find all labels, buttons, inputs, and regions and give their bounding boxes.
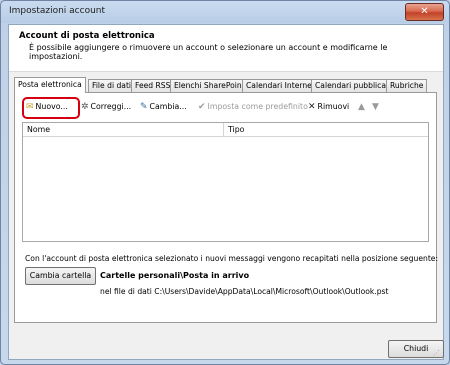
account-toolbar: ✉ Nuovo... ✲ Correggi... ✎ Cambia... ✔ Impos… bbox=[15, 99, 436, 115]
account-list-header: Nome Tipo bbox=[23, 123, 428, 137]
tab-calendari-internet[interactable]: Calendari Internet bbox=[242, 79, 319, 92]
resize-grip[interactable]: ⋰ bbox=[433, 349, 441, 357]
delivery-folder-name: Cartelle personali\Posta in arrivo bbox=[100, 271, 250, 280]
new-account-button[interactable]: ✉ Nuovo... bbox=[26, 100, 68, 114]
tab-rubriche[interactable]: Rubriche bbox=[386, 79, 428, 92]
tab-feed-rss[interactable]: Feed RSS bbox=[131, 79, 175, 92]
dialog-body: Account di posta elettronica È possibile… bbox=[8, 24, 444, 360]
tab-file-di-dati[interactable]: File di dati bbox=[88, 79, 136, 92]
remove-button[interactable]: ✕ Rimuovi bbox=[308, 100, 349, 114]
window-close-button[interactable]: ✕ bbox=[405, 3, 444, 21]
new-account-icon: ✉ bbox=[26, 102, 34, 112]
dialog-header: Account di posta elettronica È possibile… bbox=[9, 25, 443, 72]
header-title: Account di posta elettronica bbox=[19, 31, 155, 41]
account-settings-window: Impostazioni account ✕ Account di posta … bbox=[0, 0, 450, 365]
delivery-info-text: Con l'account di posta elettronica selez… bbox=[25, 254, 439, 263]
tab-strip: Posta elettronica File di dati Feed RSS … bbox=[14, 77, 438, 93]
change-folder-button[interactable]: Cambia cartella bbox=[25, 267, 96, 285]
repair-button[interactable]: ✲ Correggi... bbox=[81, 100, 131, 114]
window-title: Impostazioni account bbox=[9, 6, 106, 16]
remove-icon: ✕ bbox=[308, 102, 316, 112]
set-default-button[interactable]: ✔ Imposta come predefinito bbox=[198, 100, 308, 114]
delivery-file-path: nel file di dati C:\Users\Davide\AppData… bbox=[100, 287, 389, 296]
arrow-up-icon: ▲ bbox=[358, 102, 365, 112]
account-list[interactable]: Nome Tipo bbox=[22, 122, 429, 242]
change-icon: ✎ bbox=[140, 102, 148, 112]
email-tab-panel: ✉ Nuovo... ✲ Correggi... ✎ Cambia... ✔ Impos… bbox=[14, 92, 439, 323]
tab-elenchi-sharepoint[interactable]: Elenchi SharePoint bbox=[170, 79, 249, 92]
arrow-down-icon: ▼ bbox=[372, 102, 379, 112]
checkmark-icon: ✔ bbox=[198, 102, 206, 112]
move-up-button[interactable]: ▲ bbox=[358, 100, 367, 114]
close-icon: ✕ bbox=[420, 6, 429, 17]
tab-posta-elettronica[interactable]: Posta elettronica bbox=[14, 77, 86, 93]
header-description: È possibile aggiungere o rimuovere un ac… bbox=[29, 43, 388, 61]
title-bar[interactable]: Impostazioni account ✕ bbox=[1, 1, 449, 23]
tab-calendari-pubblicati[interactable]: Calendari pubblicati bbox=[311, 79, 396, 92]
column-header-nome[interactable]: Nome bbox=[23, 123, 223, 136]
column-header-tipo[interactable]: Tipo bbox=[224, 123, 424, 136]
repair-icon: ✲ bbox=[81, 102, 89, 112]
change-button[interactable]: ✎ Cambia... bbox=[140, 100, 187, 114]
move-down-button[interactable]: ▼ bbox=[372, 100, 381, 114]
